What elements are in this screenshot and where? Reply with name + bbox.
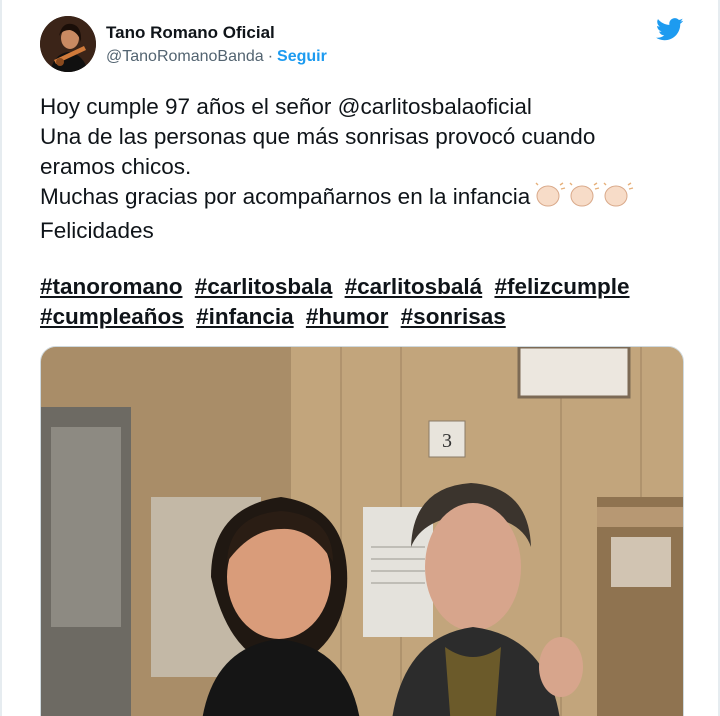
follow-button[interactable]: Seguir [277,48,327,65]
tweet-line-2: Una de las personas que más sonrisas pro… [40,124,596,149]
hashtag-link[interactable]: #felizcumple [494,274,629,299]
author-header: Tano Romano Oficial @TanoRomanoBanda · Seg… [106,22,327,68]
hashtag-link[interactable]: #carlitosbalá [345,274,483,299]
tweet-card: Tano Romano Oficial @TanoRomanoBanda · Seg… [0,0,720,716]
tweet-line-1: Hoy cumple 97 años el señor @carlitosbal… [40,94,532,119]
tweet-photo[interactable]: 3 [40,346,684,716]
wall-sign-number: 3 [442,430,452,452]
hashtag-link[interactable]: #cumpleaños [40,304,184,329]
user-handle[interactable]: @TanoRomanoBanda [106,48,264,65]
tweet-line-4: Muchas gracias por acompañarnos en la in… [40,182,700,216]
tweet-line-4-text: Muchas gracias por acompañarnos en la in… [40,184,531,209]
tweet-text: Hoy cumple 97 años el señor @carlitosbal… [40,92,700,246]
twitter-bird-icon[interactable] [656,18,684,41]
hashtag-link[interactable]: #carlitosbala [195,274,333,299]
hashtag-link[interactable]: #infancia [196,304,294,329]
clapping-hands-icon [534,182,634,216]
hashtag-link[interactable]: #humor [306,304,389,329]
display-name[interactable]: Tano Romano Oficial [106,22,327,44]
tweet-line-5: Felicidades [40,218,154,243]
separator-dot: · [267,48,274,65]
card-border-left [0,0,2,716]
hashtag-list: #tanoromano #carlitosbala #carlitosbalá … [40,272,700,332]
hashtag-link[interactable]: #sonrisas [401,304,506,329]
avatar[interactable] [40,16,96,72]
hashtag-link[interactable]: #tanoromano [40,274,183,299]
tweet-line-3: eramos chicos. [40,154,192,179]
handle-row: @TanoRomanoBanda · Seguir [106,46,327,68]
